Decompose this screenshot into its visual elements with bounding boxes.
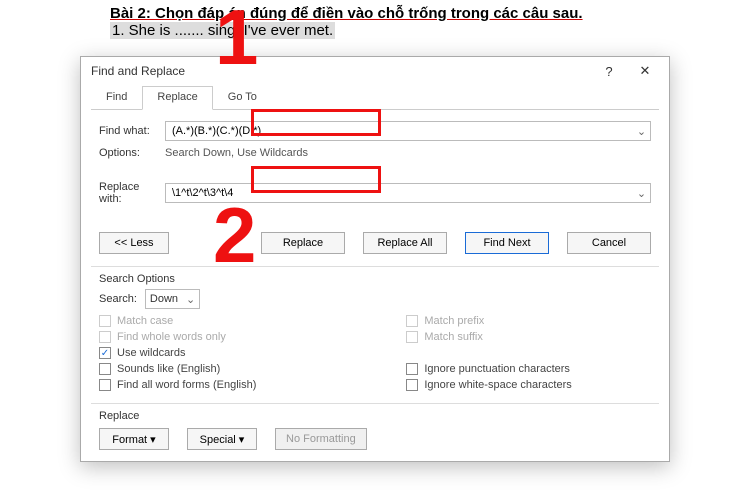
cancel-button[interactable]: Cancel — [567, 232, 651, 254]
document-background: Bài 2: Chọn đáp án đúng để điền vào chỗ … — [0, 0, 750, 44]
search-label: Search: — [99, 293, 137, 305]
find-next-button[interactable]: Find Next — [465, 232, 549, 254]
find-what-input[interactable] — [166, 122, 632, 140]
check-use-wildcards[interactable]: ✓Use wildcards — [99, 347, 256, 359]
replace-with-label: Replace with: — [99, 181, 165, 205]
replace-section-title: Replace — [99, 410, 651, 422]
tab-find[interactable]: Find — [91, 86, 142, 110]
replace-with-dropdown[interactable]: ⌄ — [632, 184, 650, 202]
tab-strip: Find Replace Go To — [91, 85, 659, 110]
find-what-dropdown[interactable]: ⌄ — [632, 122, 650, 140]
help-button[interactable]: ? — [591, 64, 627, 79]
check-match-suffix: Match suffix — [406, 331, 571, 343]
search-direction-value: Down — [150, 293, 178, 305]
special-button[interactable]: Special ▾ — [187, 428, 257, 450]
check-match-case: Match case — [99, 315, 256, 327]
no-formatting-button: No Formatting — [275, 428, 367, 450]
search-options-title: Search Options — [99, 273, 651, 285]
search-direction-select[interactable]: Down ⌄ — [145, 289, 200, 309]
dialog-title: Find and Replace — [91, 64, 591, 78]
replace-all-button[interactable]: Replace All — [363, 232, 447, 254]
check-sounds-like[interactable]: Sounds like (English) — [99, 363, 256, 375]
replace-with-input[interactable] — [166, 184, 632, 202]
less-button[interactable]: << Less — [99, 232, 169, 254]
check-ignore-space[interactable]: Ignore white-space characters — [406, 379, 571, 391]
check-ignore-punct[interactable]: Ignore punctuation characters — [406, 363, 571, 375]
replace-with-combo[interactable]: ⌄ — [165, 183, 651, 203]
check-whole-words: Find whole words only — [99, 331, 256, 343]
find-what-combo[interactable]: ⌄ — [165, 121, 651, 141]
find-what-label: Find what: — [99, 125, 165, 137]
close-button[interactable]: ✕ — [627, 63, 663, 79]
doc-line1b: I've ever met. — [237, 22, 335, 39]
title-bar: Find and Replace ? ✕ — [81, 57, 669, 85]
doc-heading: Bài 2: Chọn đáp án đúng để điền vào chỗ … — [110, 5, 640, 22]
tab-replace[interactable]: Replace — [142, 86, 212, 110]
format-button[interactable]: Format ▾ — [99, 428, 169, 450]
chevron-down-icon: ⌄ — [186, 293, 195, 306]
check-match-prefix: Match prefix — [406, 315, 571, 327]
doc-line1a: 1. She is ....... sing — [110, 22, 237, 39]
tab-goto[interactable]: Go To — [213, 86, 272, 110]
check-word-forms[interactable]: Find all word forms (English) — [99, 379, 256, 391]
options-value: Search Down, Use Wildcards — [165, 147, 308, 159]
replace-button[interactable]: Replace — [261, 232, 345, 254]
find-replace-dialog: Find and Replace ? ✕ Find Replace Go To … — [80, 56, 670, 462]
options-label: Options: — [99, 147, 165, 159]
